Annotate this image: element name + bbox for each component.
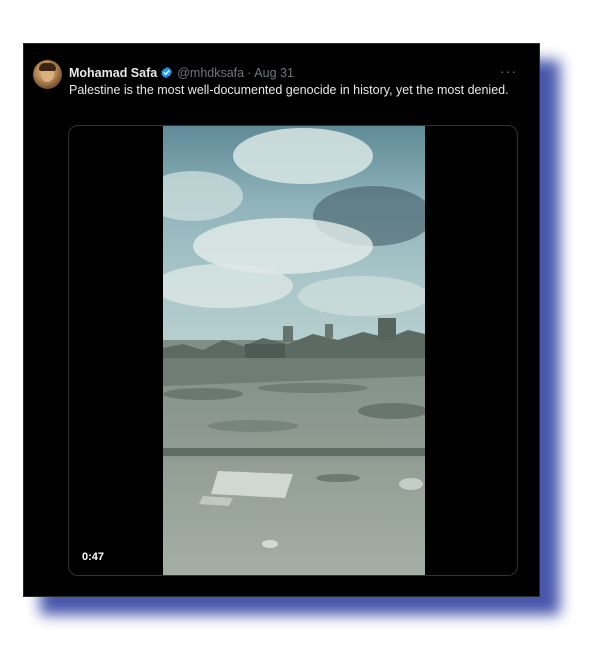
video-still-image xyxy=(163,126,425,575)
author-name[interactable]: Mohamad Safa xyxy=(69,66,157,80)
screenshot-stage: Mohamad Safa @mhdksafa · Aug 31 ··· Pale… xyxy=(0,0,595,654)
tweet-header: Mohamad Safa @mhdksafa · Aug 31 xyxy=(69,64,294,81)
tweet-text: Palestine is the most well-documented ge… xyxy=(69,83,509,97)
avatar-hair xyxy=(39,63,56,71)
avatar[interactable] xyxy=(33,60,62,89)
verified-badge-icon xyxy=(160,66,173,79)
tweet-date[interactable]: Aug 31 xyxy=(254,66,294,80)
more-options-icon[interactable]: ··· xyxy=(500,63,517,79)
header-separator: · xyxy=(247,65,252,80)
video-frame[interactable] xyxy=(163,126,425,575)
author-handle[interactable]: @mhdksafa xyxy=(177,66,244,80)
video-duration: 0:47 xyxy=(82,551,105,563)
tweet-card[interactable]: Mohamad Safa @mhdksafa · Aug 31 ··· Pale… xyxy=(23,43,540,597)
video-player[interactable]: 0:47 xyxy=(68,125,518,576)
